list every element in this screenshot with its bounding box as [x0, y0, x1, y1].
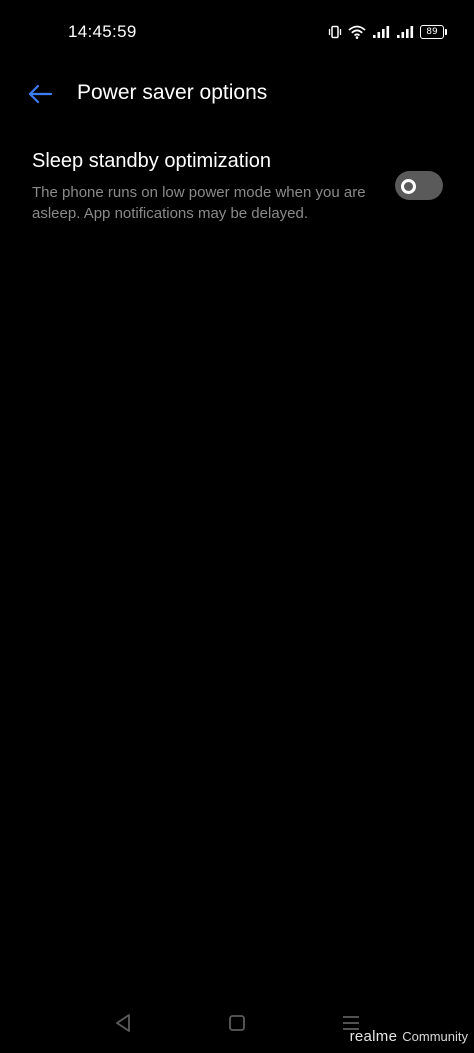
triangle-back-icon	[116, 1014, 130, 1032]
setting-sleep-standby-optimization[interactable]: Sleep standby optimization The phone run…	[0, 140, 474, 240]
top-app-bar: Power saver options	[0, 70, 474, 118]
setting-title: Sleep standby optimization	[32, 150, 272, 172]
vibrate-icon	[328, 25, 342, 39]
nav-back-button[interactable]	[111, 1011, 135, 1035]
toggle-knob	[401, 179, 416, 194]
square-home-icon	[229, 1015, 245, 1031]
signal-icon	[396, 25, 414, 39]
nav-home-button[interactable]	[225, 1011, 249, 1035]
watermark: realme Community	[350, 1028, 468, 1045]
back-button[interactable]	[26, 80, 56, 108]
watermark-brand: realme	[349, 1028, 398, 1045]
navigation-bar: realme Community	[0, 997, 474, 1053]
battery-icon: 89	[420, 25, 447, 39]
watermark-label: Community	[402, 1029, 468, 1044]
sleep-standby-toggle[interactable]	[395, 171, 443, 200]
page-title: Power saver options	[77, 81, 268, 104]
status-icons: 89	[328, 22, 447, 42]
status-clock: 14:45:59	[68, 22, 137, 41]
setting-description: The phone runs on low power mode when yo…	[32, 184, 366, 222]
wifi-icon	[348, 25, 366, 39]
arrow-left-icon	[28, 84, 53, 104]
signal-icon	[372, 25, 390, 39]
status-bar: 14:45:59 89	[0, 0, 474, 64]
